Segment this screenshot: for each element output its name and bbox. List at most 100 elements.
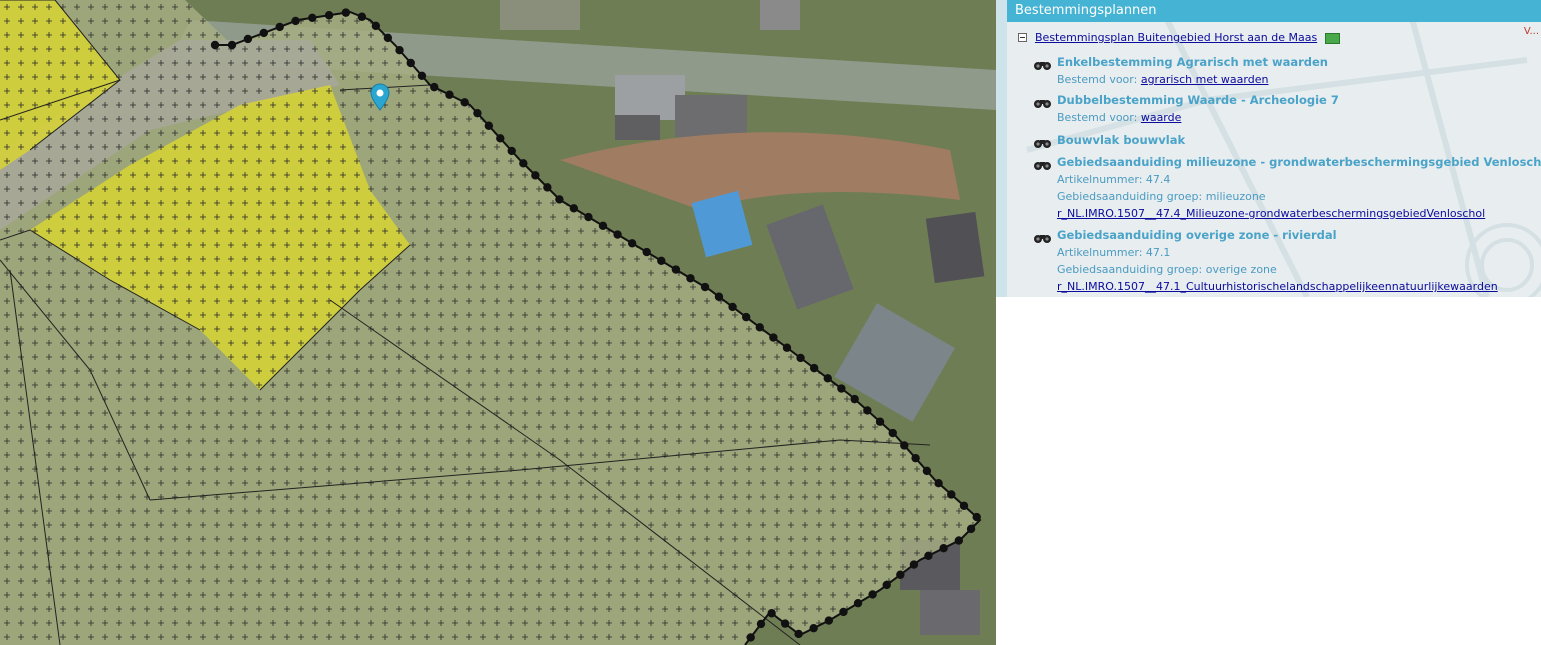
boundary-dot (598, 221, 608, 230)
boundary-dot (837, 384, 846, 393)
entry-detail-label: Artikelnummer: 47.4 (1057, 173, 1171, 186)
binoculars-icon (1033, 134, 1053, 148)
entry-detail-label: Gebiedsaanduiding groep: milieuzone (1057, 190, 1266, 203)
boundary-dot (430, 82, 439, 92)
entry-title[interactable]: Enkelbestemming Agrarisch met waarden (1057, 55, 1328, 69)
boundary-dot (275, 22, 284, 32)
building (500, 0, 580, 30)
entry-detail-label: Bestemd voor: (1057, 73, 1141, 86)
house (675, 95, 747, 137)
shed (925, 211, 985, 284)
boundary-dot (863, 406, 872, 415)
boundary-dot (657, 256, 666, 265)
boundary-dot (341, 8, 351, 17)
boundary-dot (853, 598, 863, 608)
map-canvas[interactable] (0, 0, 996, 645)
boundary-dot (700, 282, 710, 292)
house (615, 75, 685, 120)
entry-title[interactable]: Dubbelbestemming Waarde - Archeologie 7 (1057, 93, 1339, 107)
panel-left-edge (996, 0, 1007, 297)
boundary-dot (259, 28, 268, 38)
boundary-dot (868, 590, 877, 599)
boundary-dot (324, 11, 334, 20)
boundary-dot (227, 40, 237, 50)
boundary-dot (728, 302, 737, 312)
boundary-dot (911, 453, 920, 463)
plan-badge-icon (1325, 33, 1340, 44)
boundary-dot (531, 171, 540, 180)
boundary-dot (794, 629, 803, 639)
boundary-dot (243, 34, 253, 44)
panel-title: Bestemmingsplannen (1007, 0, 1541, 22)
entry-detail-label: Bestemd voor: (1057, 111, 1141, 124)
boundary-dot (496, 134, 505, 143)
boundary-dot (686, 274, 695, 283)
boundary-dot (473, 108, 482, 118)
boundary-dot (850, 394, 859, 404)
boundary-dot (555, 195, 564, 204)
entry-detail-line: Gebiedsaanduiding groep: overige zone (1057, 263, 1277, 276)
entry-detail-line: Artikelnummer: 47.1 (1057, 246, 1170, 259)
binoculars-icon (1033, 156, 1053, 170)
entry-detail-link[interactable]: waarde (1141, 111, 1182, 124)
boundary-dot (584, 212, 593, 222)
plan-name-link[interactable]: Bestemmingsplan Buitengebied Horst aan d… (1035, 31, 1317, 44)
boundary-dot (959, 501, 969, 510)
boundary-dot (755, 323, 764, 332)
entry-detail-line: r_NL.IMRO.1507__47.1_Cultuurhistorischel… (1057, 280, 1498, 293)
boundary-dot (900, 441, 909, 450)
entry-detail-link[interactable]: agrarisch met waarden (1141, 73, 1269, 86)
boundary-dot (741, 312, 751, 322)
boundary-dot (507, 146, 516, 156)
boundary-dot (888, 428, 897, 438)
house (920, 590, 980, 635)
boundary-dot (445, 90, 454, 99)
boundary-dot (671, 265, 681, 274)
boundary-dot (896, 570, 905, 579)
entry-detail-line: Gebiedsaanduiding groep: milieuzone (1057, 190, 1266, 203)
boundary-dot (796, 353, 805, 363)
boundary-dot (371, 21, 381, 31)
boundary-dot (357, 12, 367, 21)
boundary-dot (947, 490, 956, 499)
boundary-dot (809, 363, 819, 373)
boundary-dot (922, 466, 932, 476)
boundary-dot (972, 512, 981, 522)
boundary-dot (291, 16, 300, 26)
boundary-dot (714, 292, 724, 301)
entry-detail-link[interactable]: r_NL.IMRO.1507__47.4_Milieuzone-grondwat… (1057, 207, 1485, 220)
boundary-dot (939, 543, 948, 553)
boundary-dot (966, 524, 976, 534)
boundary-dot (406, 58, 415, 68)
boundary-dot (839, 607, 848, 617)
boundary-dot (569, 204, 579, 213)
entry-title[interactable]: Gebiedsaanduiding milieuzone - grondwate… (1057, 155, 1541, 169)
boundary-dot (823, 374, 832, 383)
boundary-dot (756, 619, 766, 629)
boundary-dot (417, 71, 427, 80)
entry-detail-line: r_NL.IMRO.1507__47.4_Milieuzone-grondwat… (1057, 207, 1485, 220)
boundary-dot (875, 417, 885, 426)
panel-corner-mark: V... (1523, 26, 1539, 37)
entry-title[interactable]: Gebiedsaanduiding overige zone - rivierd… (1057, 228, 1337, 242)
collapse-toggle-icon[interactable] (1018, 33, 1027, 42)
binoculars-icon (1033, 229, 1053, 243)
boundary-dot (613, 230, 622, 239)
boundary-dot (746, 633, 755, 642)
boundary-dot (210, 40, 220, 50)
boundary-dot (484, 121, 494, 130)
boundary-dot (767, 609, 776, 618)
boundary-dot (934, 478, 943, 488)
entry-detail-label: Artikelnummer: 47.1 (1057, 246, 1171, 259)
boundary-dot (909, 560, 919, 569)
boundary-dot (543, 183, 552, 192)
binoculars-icon (1033, 56, 1053, 70)
entry-detail-line: Bestemd voor: agrarisch met waarden (1057, 73, 1268, 86)
boundary-dot (383, 33, 393, 43)
boundary-dot (924, 551, 933, 560)
entry-title[interactable]: Bouwvlak bouwvlak (1057, 133, 1185, 147)
boundary-dot (824, 616, 834, 625)
entry-detail-line: Artikelnummer: 47.4 (1057, 173, 1170, 186)
boundary-dot (954, 536, 964, 545)
entry-detail-link[interactable]: r_NL.IMRO.1507__47.1_Cultuurhistorischel… (1057, 280, 1498, 293)
